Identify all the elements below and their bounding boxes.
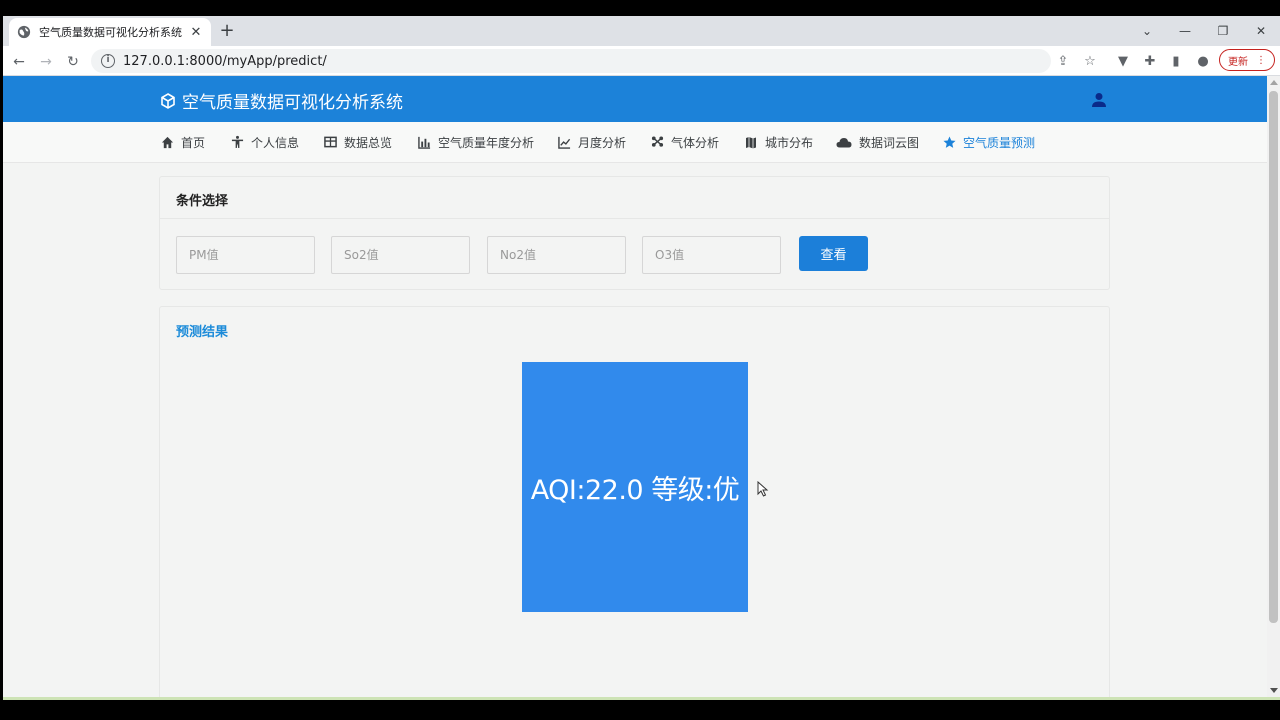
nav-label: 个人信息 xyxy=(251,135,300,150)
user-icon[interactable] xyxy=(1091,92,1107,108)
table-icon xyxy=(323,135,337,149)
nav-label: 月度分析 xyxy=(578,135,627,150)
nav-item-yearly[interactable]: 空气质量年度分析 xyxy=(417,122,534,162)
browser-tab[interactable]: 空气质量数据可视化分析系统 ✕ xyxy=(9,18,211,46)
status-strip xyxy=(3,697,1280,700)
scroll-down-arrow[interactable] xyxy=(1270,688,1278,693)
molecule-icon xyxy=(650,135,664,149)
cloud-icon xyxy=(836,135,852,149)
nav-item-home[interactable]: 首页 xyxy=(160,122,205,162)
nav-item-city[interactable]: 城市分布 xyxy=(744,122,813,162)
conditions-card: 条件选择 查看 xyxy=(159,176,1110,290)
nav-item-gas[interactable]: 气体分析 xyxy=(650,122,719,162)
scroll-up-arrow[interactable] xyxy=(1270,80,1278,85)
page-viewport: 空气质量数据可视化分析系统 首页 个人信息 数据总览 空气质量年度分析 月度分析… xyxy=(3,76,1267,697)
share-icon[interactable]: ⇪ xyxy=(1053,52,1073,72)
browser-window: 空气质量数据可视化分析系统 ✕ + ⌄ — ❐ ✕ ← → ↻ i 127.0.… xyxy=(3,16,1280,697)
result-card: 预测结果 AQI:22.0 等级:优 xyxy=(159,306,1110,697)
profile-icon[interactable]: ● xyxy=(1193,52,1213,72)
query-button[interactable]: 查看 xyxy=(799,236,868,271)
minimize-button[interactable]: — xyxy=(1167,20,1203,42)
pm-input[interactable] xyxy=(176,236,315,274)
bar-chart-icon xyxy=(417,135,431,149)
result-title: 预测结果 xyxy=(176,325,229,340)
nav-item-predict[interactable]: 空气质量预测 xyxy=(942,122,1035,162)
close-tab-icon[interactable]: ✕ xyxy=(189,25,203,40)
nav-label: 空气质量预测 xyxy=(963,135,1036,150)
close-window-button[interactable]: ✕ xyxy=(1243,20,1279,42)
cube-icon xyxy=(161,92,175,109)
nav-label: 数据词云图 xyxy=(859,135,920,150)
nav-label: 数据总览 xyxy=(344,135,393,150)
restore-button[interactable]: ❐ xyxy=(1205,20,1241,42)
main-nav: 首页 个人信息 数据总览 空气质量年度分析 月度分析 气体分析 城市分布 数据词… xyxy=(3,122,1267,163)
address-bar[interactable]: i 127.0.0.1:8000/myApp/predict/ xyxy=(91,49,1051,73)
url-text: 127.0.0.1:8000/myApp/predict/ xyxy=(123,53,327,69)
more-menu-icon: ⋮ xyxy=(1256,54,1266,66)
conditions-title: 条件选择 xyxy=(160,177,1109,219)
tab-search-icon[interactable]: ⌄ xyxy=(1129,20,1165,42)
site-info-icon[interactable]: i xyxy=(101,54,115,68)
no2-input[interactable] xyxy=(487,236,626,274)
update-label: 更新 xyxy=(1228,56,1248,68)
nav-label: 首页 xyxy=(181,135,206,150)
mouse-cursor-icon xyxy=(757,481,769,497)
new-tab-button[interactable]: + xyxy=(217,22,237,42)
side-panel-icon[interactable]: ▮ xyxy=(1166,52,1186,72)
nav-label: 空气质量年度分析 xyxy=(438,135,535,150)
star-icon xyxy=(942,135,956,149)
app-name: 空气质量数据可视化分析系统 xyxy=(182,93,403,113)
o3-input[interactable] xyxy=(642,236,781,274)
nav-label: 城市分布 xyxy=(765,135,814,150)
result-text: AQI:22.0 等级:优 xyxy=(530,474,740,506)
extension-v-icon[interactable]: ▼ xyxy=(1113,52,1133,72)
reload-icon[interactable]: ↻ xyxy=(63,52,83,72)
nav-item-overview[interactable]: 数据总览 xyxy=(323,122,392,162)
home-icon xyxy=(160,135,174,149)
so2-input[interactable] xyxy=(331,236,470,274)
nav-item-wordcloud[interactable]: 数据词云图 xyxy=(836,122,919,162)
result-box: AQI:22.0 等级:优 xyxy=(522,362,748,612)
brand[interactable]: 空气质量数据可视化分析系统 xyxy=(160,88,403,113)
nav-label: 气体分析 xyxy=(671,135,720,150)
puzzle-icon[interactable]: ✚ xyxy=(1140,52,1160,72)
person-icon xyxy=(230,135,244,149)
tab-strip: 空气质量数据可视化分析系统 ✕ + ⌄ — ❐ ✕ xyxy=(3,16,1280,46)
scroll-thumb[interactable] xyxy=(1269,91,1278,623)
line-chart-icon xyxy=(557,135,571,149)
map-icon xyxy=(744,135,758,149)
tab-title: 空气质量数据可视化分析系统 xyxy=(39,26,182,39)
forward-icon[interactable]: → xyxy=(36,52,56,72)
update-button[interactable]: 更新 ⋮ xyxy=(1219,49,1275,71)
globe-icon xyxy=(17,25,31,39)
back-icon[interactable]: ← xyxy=(9,52,29,72)
nav-item-monthly[interactable]: 月度分析 xyxy=(557,122,626,162)
bookmark-star-icon[interactable]: ☆ xyxy=(1080,52,1100,72)
browser-toolbar: ← → ↻ i 127.0.0.1:8000/myApp/predict/ ⇪ … xyxy=(3,46,1280,76)
page-scrollbar[interactable] xyxy=(1267,76,1280,697)
app-header: 空气质量数据可视化分析系统 xyxy=(3,76,1267,122)
nav-item-profile[interactable]: 个人信息 xyxy=(230,122,299,162)
